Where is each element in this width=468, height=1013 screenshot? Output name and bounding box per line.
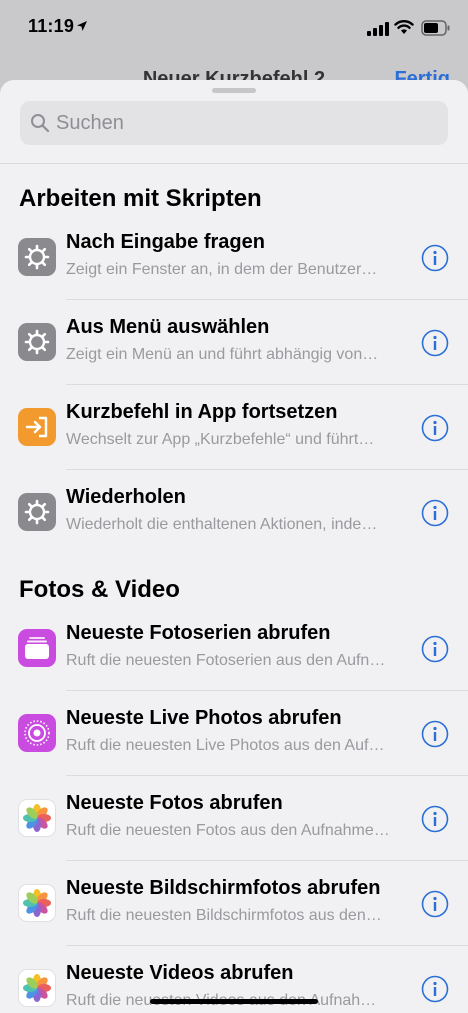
info-icon[interactable] [421,975,449,1003]
action-title: Kurzbefehl in App fortsetzen [66,401,338,423]
search-field[interactable] [20,101,448,145]
cellular-signal-icon [367,22,389,36]
action-subtitle: Ruft die neuesten Fotoserien aus den Auf… [66,652,386,669]
action-row-latest-photos[interactable]: Neueste Fotos abrufen Ruft die neuesten … [0,776,468,861]
action-subtitle: Wechselt zur App „Kurzbefehle“ und führt… [66,431,375,448]
actions-sheet: Arbeiten mit Skripten Nach Eingabe frage… [0,80,468,1013]
sheet-grabber-handle[interactable] [212,88,256,93]
action-row-repeat[interactable]: Wiederholen Wiederholt die enthaltenen A… [0,470,468,555]
photos-app-icon [18,799,56,837]
action-subtitle: Zeigt ein Menü an und führt abhängig von… [66,346,379,363]
action-row-latest-screenshots[interactable]: Neueste Bildschirmfotos abrufen Ruft die… [0,861,468,946]
gear-icon [18,238,56,276]
info-icon[interactable] [421,499,449,527]
info-icon[interactable] [421,635,449,663]
action-row-choose-from-menu[interactable]: Aus Menü auswählen Zeigt ein Menü an und… [0,300,468,385]
burst-photos-icon [18,629,56,667]
action-subtitle: Zeigt ein Fenster an, in dem der Benutze… [66,261,378,278]
info-icon[interactable] [421,414,449,442]
action-subtitle: Ruft die neuesten Live Photos aus den Au… [66,737,385,754]
info-icon[interactable] [421,890,449,918]
gear-icon [18,323,56,361]
action-subtitle: Ruft die neuesten Bildschirmfotos aus de… [66,907,382,924]
continue-in-app-icon [18,408,56,446]
action-row-ask-for-input[interactable]: Nach Eingabe fragen Zeigt ein Fenster an… [0,215,468,300]
status-time: 11:19 [28,16,75,36]
action-title: Neueste Bildschirmfotos abrufen [66,877,381,899]
action-title: Neueste Fotoserien abrufen [66,622,331,644]
section-title-scripting: Arbeiten mit Skripten [19,185,262,212]
action-subtitle: Ruft die neuesten Fotos aus den Aufnahme… [66,822,390,839]
gear-icon [18,493,56,531]
action-title: Neueste Fotos abrufen [66,792,283,814]
action-title: Neueste Live Photos abrufen [66,707,342,729]
action-row-latest-live-photos[interactable]: Neueste Live Photos abrufen Ruft die neu… [0,691,468,776]
section-title-photos-video: Fotos & Video [19,576,180,603]
photos-app-icon [18,969,56,1007]
status-bar: 11:19 [0,0,468,56]
location-arrow-icon [77,21,87,31]
action-title: Nach Eingabe fragen [66,231,265,253]
search-input[interactable] [56,101,436,145]
action-title: Wiederholen [66,486,186,508]
action-subtitle: Wiederholt die enthaltenen Aktionen, ind… [66,516,378,533]
action-row-latest-bursts[interactable]: Neueste Fotoserien abrufen Ruft die neue… [0,606,468,691]
info-icon[interactable] [421,720,449,748]
search-icon [31,114,50,133]
search-divider [0,163,468,164]
info-icon[interactable] [421,329,449,357]
info-icon[interactable] [421,244,449,272]
battery-icon [421,20,450,36]
action-title: Aus Menü auswählen [66,316,270,338]
wifi-icon [394,20,414,34]
action-row-continue-in-app[interactable]: Kurzbefehl in App fortsetzen Wechselt zu… [0,385,468,470]
action-title: Neueste Videos abrufen [66,962,294,984]
live-photos-icon [18,714,56,752]
home-indicator[interactable] [150,999,318,1004]
info-icon[interactable] [421,805,449,833]
photos-app-icon [18,884,56,922]
